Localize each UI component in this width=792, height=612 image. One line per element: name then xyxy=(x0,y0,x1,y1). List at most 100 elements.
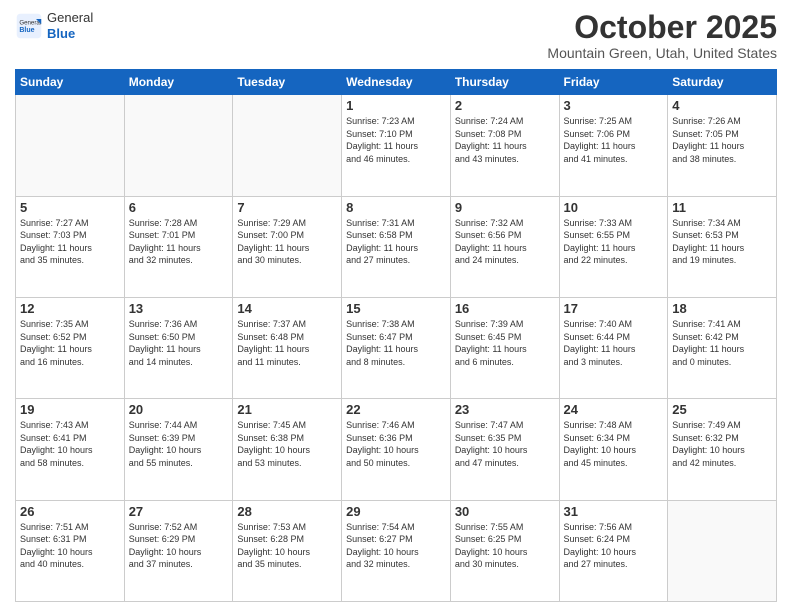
day-info: Sunrise: 7:54 AM Sunset: 6:27 PM Dayligh… xyxy=(346,521,446,571)
calendar-body: 1Sunrise: 7:23 AM Sunset: 7:10 PM Daylig… xyxy=(16,95,777,602)
day-info: Sunrise: 7:34 AM Sunset: 6:53 PM Dayligh… xyxy=(672,217,772,267)
day-info: Sunrise: 7:29 AM Sunset: 7:00 PM Dayligh… xyxy=(237,217,337,267)
calendar-cell: 5Sunrise: 7:27 AM Sunset: 7:03 PM Daylig… xyxy=(16,196,125,297)
weekday-header-friday: Friday xyxy=(559,70,668,95)
svg-text:Blue: Blue xyxy=(19,27,34,34)
day-info: Sunrise: 7:53 AM Sunset: 6:28 PM Dayligh… xyxy=(237,521,337,571)
day-number: 16 xyxy=(455,301,555,316)
calendar-cell: 8 Sunrise: 7:31 AM Sunset: 6:58 PM Daylig… xyxy=(342,196,451,297)
logo: General Blue General Blue xyxy=(15,10,93,41)
day-info: Sunrise: 7:49 AM Sunset: 6:32 PM Dayligh… xyxy=(672,419,772,469)
calendar-cell: 29Sunrise: 7:54 AM Sunset: 6:27 PM Dayli… xyxy=(342,500,451,601)
day-info: Sunrise: 7:35 AM Sunset: 6:52 PM Dayligh… xyxy=(20,318,120,368)
calendar-cell: 12Sunrise: 7:35 AM Sunset: 6:52 PM Dayli… xyxy=(16,297,125,398)
day-info: Sunrise: 7:45 AM Sunset: 6:38 PM Dayligh… xyxy=(237,419,337,469)
calendar-cell: 13 Sunrise: 7:36 AM Sunset: 6:50 PM Dayli… xyxy=(124,297,233,398)
calendar: SundayMondayTuesdayWednesdayThursdayFrid… xyxy=(15,69,777,602)
day-info: Sunrise: 7:55 AM Sunset: 6:25 PM Dayligh… xyxy=(455,521,555,571)
calendar-cell: 30 Sunrise: 7:55 AM Sunset: 6:25 PM Dayli… xyxy=(450,500,559,601)
day-info: Sunrise: 7:44 AM Sunset: 6:39 PM Dayligh… xyxy=(129,419,229,469)
weekday-header-tuesday: Tuesday xyxy=(233,70,342,95)
calendar-cell xyxy=(233,95,342,196)
day-number: 24 xyxy=(564,402,664,417)
day-number: 10 xyxy=(564,200,664,215)
calendar-cell: 21Sunrise: 7:45 AM Sunset: 6:38 PM Dayli… xyxy=(233,399,342,500)
day-number: 7 xyxy=(237,200,337,215)
week-row-3: 12Sunrise: 7:35 AM Sunset: 6:52 PM Dayli… xyxy=(16,297,777,398)
day-number: 25 xyxy=(672,402,772,417)
day-number: 13 xyxy=(129,301,229,316)
day-number: 26 xyxy=(20,504,120,519)
day-number: 31 xyxy=(564,504,664,519)
weekday-header-thursday: Thursday xyxy=(450,70,559,95)
day-info: Sunrise: 7:48 AM Sunset: 6:34 PM Dayligh… xyxy=(564,419,664,469)
calendar-cell: 23Sunrise: 7:47 AM Sunset: 6:35 PM Dayli… xyxy=(450,399,559,500)
week-row-4: 19Sunrise: 7:43 AM Sunset: 6:41 PM Dayli… xyxy=(16,399,777,500)
week-row-1: 1Sunrise: 7:23 AM Sunset: 7:10 PM Daylig… xyxy=(16,95,777,196)
day-number: 6 xyxy=(129,200,229,215)
calendar-cell: 16 Sunrise: 7:39 AM Sunset: 6:45 PM Dayli… xyxy=(450,297,559,398)
day-info: Sunrise: 7:39 AM Sunset: 6:45 PM Dayligh… xyxy=(455,318,555,368)
calendar-cell: 17 Sunrise: 7:40 AM Sunset: 6:44 PM Dayli… xyxy=(559,297,668,398)
logo-icon: General Blue xyxy=(15,12,43,40)
day-number: 18 xyxy=(672,301,772,316)
day-info: Sunrise: 7:37 AM Sunset: 6:48 PM Dayligh… xyxy=(237,318,337,368)
header: General Blue General Blue October 2025 M… xyxy=(15,10,777,61)
day-number: 9 xyxy=(455,200,555,215)
weekday-header-row: SundayMondayTuesdayWednesdayThursdayFrid… xyxy=(16,70,777,95)
day-info: Sunrise: 7:26 AM Sunset: 7:05 PM Dayligh… xyxy=(672,115,772,165)
day-number: 4 xyxy=(672,98,772,113)
calendar-cell: 7 Sunrise: 7:29 AM Sunset: 7:00 PM Daylig… xyxy=(233,196,342,297)
day-number: 30 xyxy=(455,504,555,519)
calendar-cell: 18 Sunrise: 7:41 AM Sunset: 6:42 PM Dayli… xyxy=(668,297,777,398)
page: General Blue General Blue October 2025 M… xyxy=(0,0,792,612)
calendar-cell: 28 Sunrise: 7:53 AM Sunset: 6:28 PM Dayli… xyxy=(233,500,342,601)
calendar-cell: 10 Sunrise: 7:33 AM Sunset: 6:55 PM Dayli… xyxy=(559,196,668,297)
day-info: Sunrise: 7:47 AM Sunset: 6:35 PM Dayligh… xyxy=(455,419,555,469)
weekday-header-sunday: Sunday xyxy=(16,70,125,95)
day-number: 5 xyxy=(20,200,120,215)
location: Mountain Green, Utah, United States xyxy=(547,45,777,61)
calendar-cell: 6 Sunrise: 7:28 AM Sunset: 7:01 PM Daylig… xyxy=(124,196,233,297)
weekday-header-saturday: Saturday xyxy=(668,70,777,95)
day-number: 3 xyxy=(564,98,664,113)
day-info: Sunrise: 7:52 AM Sunset: 6:29 PM Dayligh… xyxy=(129,521,229,571)
calendar-cell: 2 Sunrise: 7:24 AM Sunset: 7:08 PM Daylig… xyxy=(450,95,559,196)
logo-text: General Blue xyxy=(47,10,93,41)
calendar-cell: 31 Sunrise: 7:56 AM Sunset: 6:24 PM Dayli… xyxy=(559,500,668,601)
calendar-cell: 3Sunrise: 7:25 AM Sunset: 7:06 PM Daylig… xyxy=(559,95,668,196)
logo-blue-text: Blue xyxy=(47,26,93,42)
calendar-cell: 24 Sunrise: 7:48 AM Sunset: 6:34 PM Dayli… xyxy=(559,399,668,500)
weekday-header-wednesday: Wednesday xyxy=(342,70,451,95)
day-number: 22 xyxy=(346,402,446,417)
title-block: October 2025 Mountain Green, Utah, Unite… xyxy=(547,10,777,61)
calendar-cell: 19Sunrise: 7:43 AM Sunset: 6:41 PM Dayli… xyxy=(16,399,125,500)
calendar-cell: 26 Sunrise: 7:51 AM Sunset: 6:31 PM Dayli… xyxy=(16,500,125,601)
day-info: Sunrise: 7:32 AM Sunset: 6:56 PM Dayligh… xyxy=(455,217,555,267)
calendar-cell: 15Sunrise: 7:38 AM Sunset: 6:47 PM Dayli… xyxy=(342,297,451,398)
month-title: October 2025 xyxy=(547,10,777,45)
calendar-cell: 1Sunrise: 7:23 AM Sunset: 7:10 PM Daylig… xyxy=(342,95,451,196)
day-info: Sunrise: 7:24 AM Sunset: 7:08 PM Dayligh… xyxy=(455,115,555,165)
calendar-cell xyxy=(16,95,125,196)
day-info: Sunrise: 7:36 AM Sunset: 6:50 PM Dayligh… xyxy=(129,318,229,368)
calendar-cell: 27 Sunrise: 7:52 AM Sunset: 6:29 PM Dayli… xyxy=(124,500,233,601)
calendar-cell: 4 Sunrise: 7:26 AM Sunset: 7:05 PM Daylig… xyxy=(668,95,777,196)
day-number: 17 xyxy=(564,301,664,316)
day-info: Sunrise: 7:56 AM Sunset: 6:24 PM Dayligh… xyxy=(564,521,664,571)
day-info: Sunrise: 7:28 AM Sunset: 7:01 PM Dayligh… xyxy=(129,217,229,267)
day-info: Sunrise: 7:51 AM Sunset: 6:31 PM Dayligh… xyxy=(20,521,120,571)
week-row-2: 5Sunrise: 7:27 AM Sunset: 7:03 PM Daylig… xyxy=(16,196,777,297)
day-number: 28 xyxy=(237,504,337,519)
calendar-cell: 9 Sunrise: 7:32 AM Sunset: 6:56 PM Daylig… xyxy=(450,196,559,297)
weekday-header-monday: Monday xyxy=(124,70,233,95)
day-number: 14 xyxy=(237,301,337,316)
day-info: Sunrise: 7:40 AM Sunset: 6:44 PM Dayligh… xyxy=(564,318,664,368)
day-number: 8 xyxy=(346,200,446,215)
day-info: Sunrise: 7:41 AM Sunset: 6:42 PM Dayligh… xyxy=(672,318,772,368)
day-number: 2 xyxy=(455,98,555,113)
day-number: 27 xyxy=(129,504,229,519)
day-info: Sunrise: 7:33 AM Sunset: 6:55 PM Dayligh… xyxy=(564,217,664,267)
day-number: 15 xyxy=(346,301,446,316)
day-info: Sunrise: 7:31 AM Sunset: 6:58 PM Dayligh… xyxy=(346,217,446,267)
